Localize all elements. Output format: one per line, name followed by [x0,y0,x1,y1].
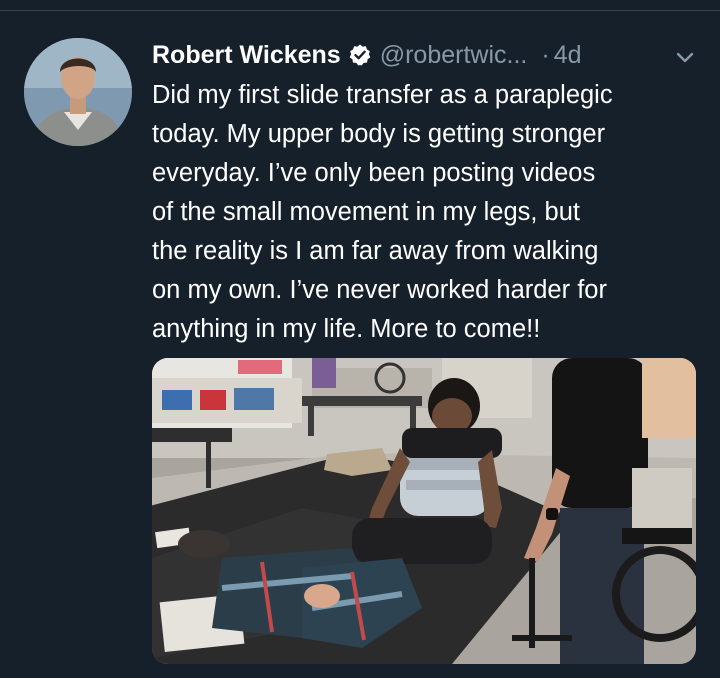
tweet-text-line: of the small movement in my legs, but [152,198,581,226]
tweet-text-line: today. My upper body is getting stronger [152,120,606,148]
chevron-down-icon[interactable] [672,44,698,70]
top-divider [0,0,720,11]
tweet-media-video[interactable] [152,358,696,664]
avatar[interactable] [24,38,132,146]
author-handle[interactable]: @robertwic... [380,41,528,70]
tweet-text-line: anything in my life. More to come!! [152,315,541,343]
tweet-text: Did my first slide transfer as a paraple… [152,76,700,349]
tweet-header: Robert Wickens @robertwic... · 4d [152,38,702,72]
tweet-text-line: Did my first slide transfer as a paraple… [152,81,613,109]
verified-badge-icon [348,43,372,67]
separator-dot: · [541,40,550,69]
tweet-text-line: on my own. I’ve never worked harder for [152,276,607,304]
tweet-text-line: everyday. I’ve only been posting videos [152,159,596,187]
tweet-text-line: the reality is I am far away from walkin… [152,237,599,265]
timestamp[interactable]: 4d [554,41,582,70]
author-name[interactable]: Robert Wickens [152,41,341,70]
